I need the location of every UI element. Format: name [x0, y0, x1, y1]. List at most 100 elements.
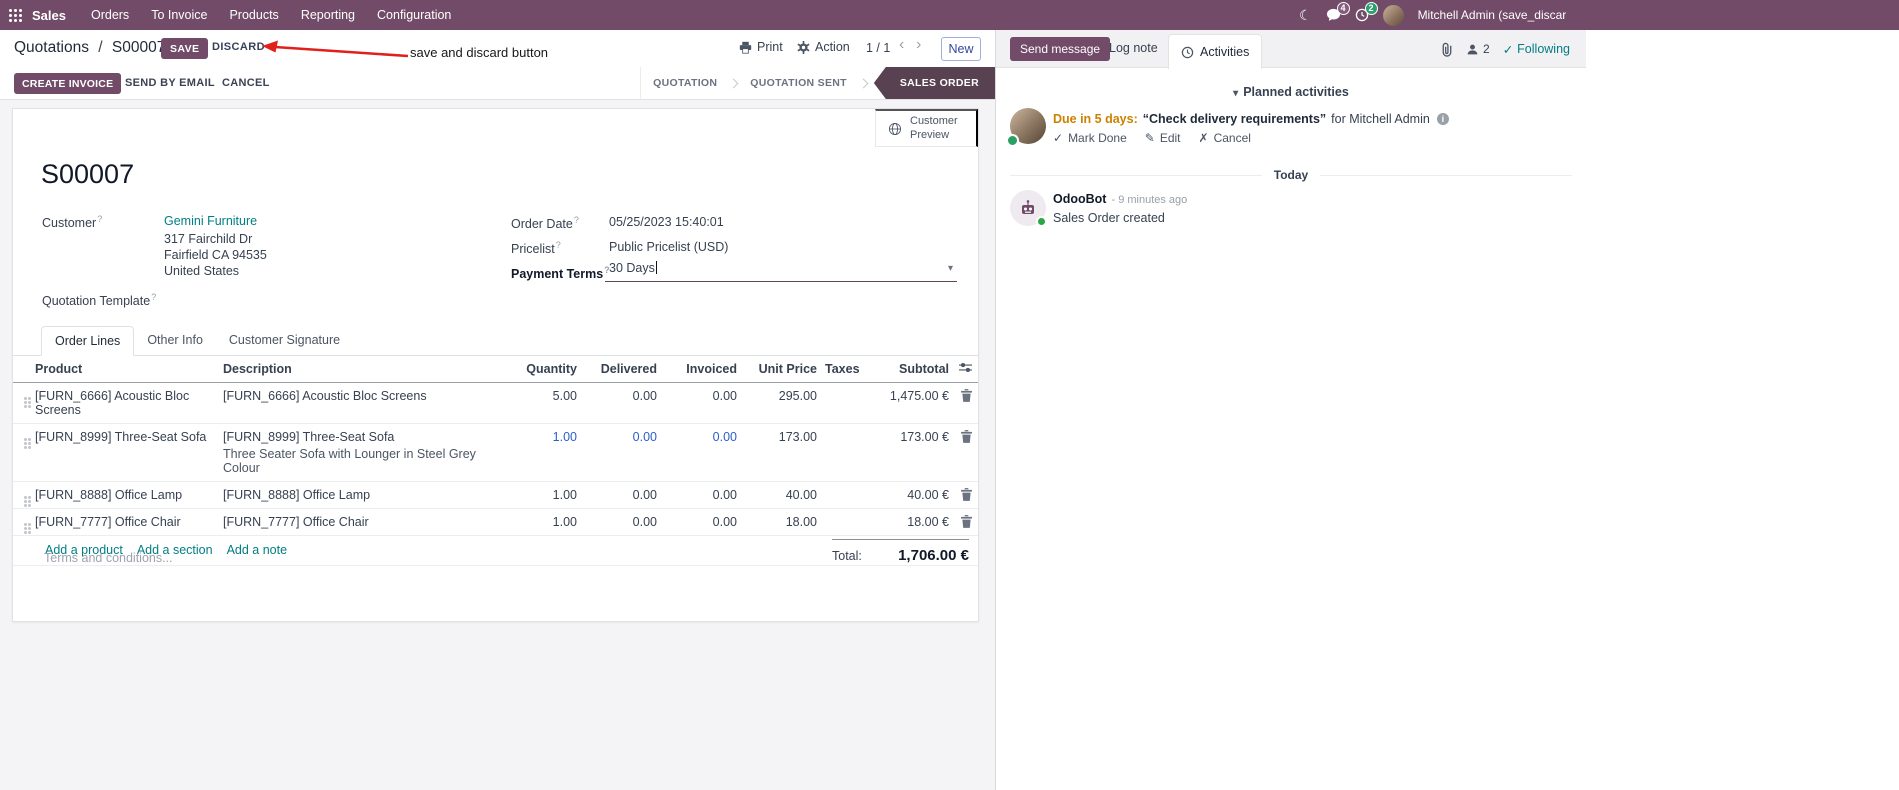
tab-customer-signature[interactable]: Customer Signature: [216, 326, 353, 355]
user-avatar[interactable]: [1382, 4, 1404, 26]
total-label: Total:: [832, 549, 862, 563]
save-button[interactable]: SAVE: [161, 38, 209, 59]
activity-assignee-avatar: [1006, 108, 1046, 147]
cell-description[interactable]: [FURN_8999] Three-Seat Sofa Three Seater …: [219, 424, 501, 481]
cell-unit-price[interactable]: 295.00: [741, 383, 821, 409]
add-a-note-link[interactable]: Add a note: [227, 543, 287, 557]
pager-previous-icon[interactable]: ‹: [899, 36, 904, 54]
menu-orders[interactable]: Orders: [80, 0, 140, 30]
cancel-activity-button[interactable]: ✗ Cancel: [1199, 131, 1251, 145]
cell-taxes[interactable]: [821, 509, 877, 522]
customer-address-city: Fairfield CA 94535: [164, 248, 267, 262]
cell-delivered[interactable]: 0.00: [581, 424, 661, 450]
create-invoice-button[interactable]: CREATE INVOICE: [14, 73, 122, 94]
pager-next-icon[interactable]: ›: [916, 36, 921, 54]
edit-activity-button[interactable]: ✎ Edit: [1145, 131, 1181, 145]
cell-invoiced[interactable]: 0.00: [661, 509, 741, 535]
customer-preview-button[interactable]: Customer Preview: [875, 109, 978, 147]
cancel-order-button[interactable]: CANCEL: [222, 77, 270, 89]
customer-link[interactable]: Gemini Furniture: [164, 214, 257, 228]
activities-systray-icon[interactable]: 2: [1355, 2, 1378, 22]
apps-grid-icon[interactable]: [9, 8, 22, 22]
activities-tab-label: Activities: [1200, 45, 1250, 59]
attachments-button[interactable]: [1441, 42, 1453, 57]
followers-button[interactable]: 2: [1466, 42, 1490, 56]
cell-invoiced[interactable]: 0.00: [661, 482, 741, 508]
cell-description[interactable]: [FURN_7777] Office Chair: [219, 509, 501, 535]
menu-products[interactable]: Products: [218, 0, 289, 30]
order-line-row-1[interactable]: [FURN_6666] Acoustic Bloc Screens [FURN_…: [13, 383, 978, 424]
info-icon[interactable]: [1436, 113, 1449, 125]
stage-quotation-sent[interactable]: QUOTATION SENT: [738, 67, 859, 99]
quotation-template-label: Quotation Template?: [42, 292, 157, 309]
user-name[interactable]: Mitchell Admin (save_discar: [1418, 8, 1567, 22]
cell-product[interactable]: [FURN_8888] Office Lamp: [31, 482, 219, 508]
pager-counter[interactable]: 1 / 1: [866, 41, 890, 55]
cell-unit-price[interactable]: 173.00: [741, 424, 821, 450]
messages-icon[interactable]: 4: [1326, 2, 1350, 22]
chevron-down-icon[interactable]: ▾: [948, 263, 953, 274]
stage-sales-order[interactable]: SALES ORDER: [873, 67, 995, 99]
cell-description[interactable]: [FURN_8888] Office Lamp: [219, 482, 501, 508]
app-brand[interactable]: Sales: [32, 8, 66, 23]
tab-order-lines[interactable]: Order Lines: [41, 326, 135, 356]
mark-done-button[interactable]: ✓ Mark Done: [1053, 131, 1127, 145]
cell-product[interactable]: [FURN_8999] Three-Seat Sofa: [31, 424, 219, 450]
stage-quotation[interactable]: QUOTATION: [641, 67, 729, 99]
drag-handle-icon[interactable]: [13, 509, 31, 535]
action-button[interactable]: Action: [797, 40, 850, 54]
stage-separator-icon: [858, 78, 869, 88]
cell-quantity[interactable]: 1.00: [501, 482, 581, 508]
cell-product[interactable]: [FURN_7777] Office Chair: [31, 509, 219, 535]
order-line-row-4[interactable]: [FURN_7777] Office Chair [FURN_7777] Off…: [13, 509, 978, 536]
discard-button[interactable]: DISCARD: [212, 41, 265, 53]
print-button[interactable]: Print: [739, 40, 783, 54]
payment-terms-field[interactable]: 30 Days ▾: [605, 258, 957, 282]
cell-unit-price[interactable]: 40.00: [741, 482, 821, 508]
send-by-email-button[interactable]: SEND BY EMAIL: [125, 77, 215, 89]
breadcrumb: Quotations / S00007: [14, 39, 165, 57]
drag-handle-icon[interactable]: [13, 383, 31, 409]
order-date-value[interactable]: 05/25/2023 15:40:01: [609, 215, 724, 229]
dark-mode-moon-icon[interactable]: ☾: [1299, 8, 1312, 22]
cell-delivered[interactable]: 0.00: [581, 383, 661, 409]
cell-unit-price[interactable]: 18.00: [741, 509, 821, 535]
delete-line-icon[interactable]: [953, 482, 978, 507]
delete-line-icon[interactable]: [953, 383, 978, 408]
cell-quantity[interactable]: 5.00: [501, 383, 581, 409]
order-line-row-2[interactable]: [FURN_8999] Three-Seat Sofa [FURN_8999] …: [13, 424, 978, 482]
menu-to-invoice[interactable]: To Invoice: [140, 0, 218, 30]
cell-delivered[interactable]: 0.00: [581, 482, 661, 508]
cell-taxes[interactable]: [821, 424, 877, 437]
drag-handle-icon[interactable]: [13, 482, 31, 508]
date-divider: Today: [996, 168, 1586, 182]
cell-taxes[interactable]: [821, 383, 877, 396]
cell-description[interactable]: [FURN_6666] Acoustic Bloc Screens: [219, 383, 501, 409]
pricelist-value[interactable]: Public Pricelist (USD): [609, 240, 728, 254]
cell-invoiced[interactable]: 0.00: [661, 424, 741, 450]
cell-delivered[interactable]: 0.00: [581, 509, 661, 535]
log-note-button[interactable]: Log note: [1109, 41, 1158, 55]
x-icon: ✗: [1198, 131, 1209, 145]
tab-other-info[interactable]: Other Info: [134, 326, 216, 355]
send-message-button[interactable]: Send message: [1010, 37, 1111, 61]
activities-tab[interactable]: Activities: [1168, 34, 1263, 69]
cell-quantity[interactable]: 1.00: [501, 424, 581, 450]
new-button[interactable]: New: [941, 37, 981, 61]
drag-handle-icon[interactable]: [13, 424, 31, 450]
cell-invoiced[interactable]: 0.00: [661, 383, 741, 409]
breadcrumb-quotations[interactable]: Quotations: [14, 39, 89, 56]
delete-line-icon[interactable]: [953, 509, 978, 534]
order-line-row-3[interactable]: [FURN_8888] Office Lamp [FURN_8888] Offi…: [13, 482, 978, 509]
help-marker: ?: [555, 240, 561, 250]
menu-configuration[interactable]: Configuration: [366, 0, 462, 30]
optional-columns-icon[interactable]: [953, 356, 978, 379]
planned-activities-toggle[interactable]: ▾ Planned activities: [996, 85, 1586, 99]
terms-placeholder[interactable]: Terms and conditions...: [44, 551, 173, 565]
cell-taxes[interactable]: [821, 482, 877, 495]
cell-product[interactable]: [FURN_6666] Acoustic Bloc Screens: [31, 383, 219, 423]
delete-line-icon[interactable]: [953, 424, 978, 449]
following-button[interactable]: ✓ Following: [1503, 42, 1570, 57]
cell-quantity[interactable]: 1.00: [501, 509, 581, 535]
menu-reporting[interactable]: Reporting: [290, 0, 366, 30]
